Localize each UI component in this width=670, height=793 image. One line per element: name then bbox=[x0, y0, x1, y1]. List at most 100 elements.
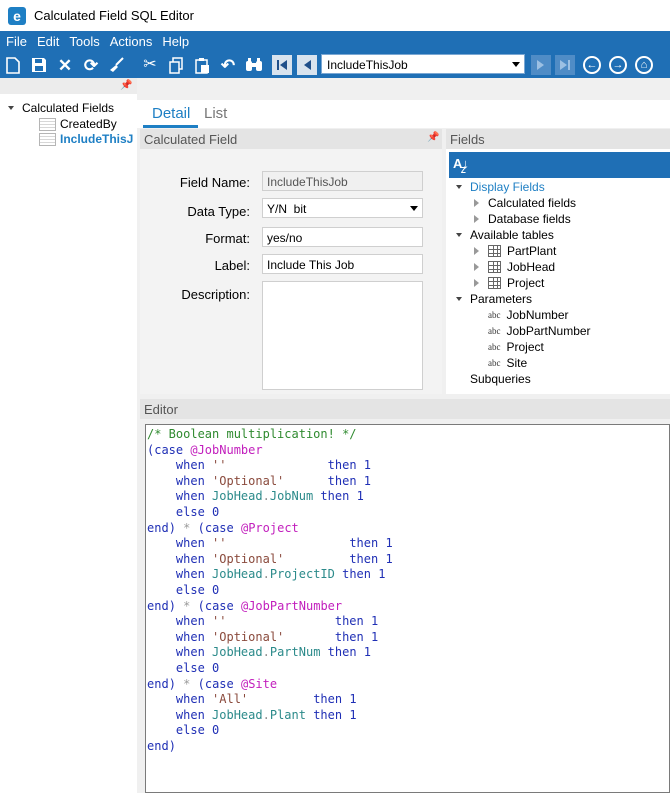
field-name-input[interactable]: IncludeThisJob bbox=[262, 171, 423, 191]
fields-database-fields[interactable]: Database fields bbox=[474, 212, 571, 226]
field-name-label: Field Name: bbox=[179, 175, 250, 190]
sql-code[interactable]: /* Boolean multiplication! */(case @JobN… bbox=[146, 425, 669, 754]
tree-item-includethisjob[interactable]: IncludeThisJ bbox=[39, 132, 133, 146]
code-line: when '' then 1 bbox=[175, 614, 379, 629]
table-icon bbox=[488, 261, 501, 273]
tree-root-label: Calculated Fields bbox=[22, 101, 115, 115]
code-line: when JobHead.ProjectID then 1 bbox=[175, 567, 386, 582]
data-type-select[interactable]: Y/N bit bbox=[262, 198, 423, 218]
code-line: else 0 bbox=[175, 660, 220, 675]
table-icon bbox=[488, 277, 501, 289]
param-item-site[interactable]: abc Site bbox=[488, 356, 527, 370]
active-tab-indicator bbox=[143, 125, 198, 128]
label-input[interactable]: Include This Job bbox=[262, 254, 423, 274]
chevron-down-icon[interactable] bbox=[410, 206, 418, 211]
code-line: when '' then 1 bbox=[175, 458, 371, 473]
fields-available-tables[interactable]: Available tables bbox=[456, 228, 554, 242]
tab-list[interactable]: List bbox=[204, 105, 227, 122]
collapse-icon[interactable] bbox=[474, 247, 479, 255]
undo-icon[interactable]: ↶ bbox=[218, 55, 238, 75]
copy-icon[interactable] bbox=[166, 55, 186, 75]
database-fields-label: Database fields bbox=[488, 212, 571, 226]
sql-editor[interactable]: /* Boolean multiplication! */(case @JobN… bbox=[145, 424, 670, 793]
format-label: Format: bbox=[205, 231, 250, 246]
code-line: when '' then 1 bbox=[175, 536, 393, 551]
description-textarea[interactable] bbox=[262, 281, 423, 390]
param-item-jobnumber[interactable]: abc JobNumber bbox=[488, 308, 569, 322]
calculated-field-title: Calculated Field bbox=[144, 132, 238, 147]
home-icon[interactable]: ⌂ bbox=[635, 56, 653, 74]
available-tables-label: Available tables bbox=[470, 228, 554, 242]
new-icon[interactable] bbox=[3, 55, 23, 75]
code-line: end) * (case @Project bbox=[147, 520, 299, 535]
fields-sort-bar: A↓Z bbox=[449, 152, 670, 178]
tree-panel-header: 📌 bbox=[0, 78, 137, 94]
sort-az-icon[interactable]: A↓Z bbox=[453, 156, 474, 175]
subqueries-label: Subqueries bbox=[470, 372, 531, 386]
refresh-icon[interactable]: ⟳ bbox=[81, 55, 101, 75]
chevron-down-icon[interactable] bbox=[512, 62, 520, 67]
code-line: when 'Optional' then 1 bbox=[175, 551, 393, 566]
menu-file[interactable]: File bbox=[0, 31, 32, 52]
param-name: JobPartNumber bbox=[506, 324, 591, 338]
fields-display-fields[interactable]: Display Fields bbox=[456, 180, 545, 194]
record-navigator-value: IncludeThisJob bbox=[327, 58, 408, 72]
tab-detail[interactable]: Detail bbox=[152, 105, 190, 122]
description-label: Description: bbox=[181, 287, 250, 302]
menu-edit[interactable]: Edit bbox=[32, 31, 64, 52]
previous-record-icon[interactable] bbox=[297, 55, 317, 75]
save-icon[interactable] bbox=[29, 55, 49, 75]
expand-icon[interactable] bbox=[456, 185, 462, 189]
fields-parameters[interactable]: Parameters bbox=[456, 292, 532, 306]
tree-item-createdby[interactable]: CreatedBy bbox=[39, 117, 117, 131]
fields-subqueries[interactable]: Subqueries bbox=[470, 372, 531, 386]
pin-icon[interactable]: 📌 bbox=[427, 132, 439, 143]
cut-icon[interactable]: ✂ bbox=[140, 55, 160, 75]
expand-icon[interactable] bbox=[456, 297, 462, 301]
expand-icon[interactable] bbox=[8, 106, 14, 110]
record-navigator-combo[interactable]: IncludeThisJob bbox=[321, 54, 525, 74]
fields-calculated-fields[interactable]: Calculated fields bbox=[474, 196, 576, 210]
collapse-icon[interactable] bbox=[474, 215, 479, 223]
expand-icon[interactable] bbox=[456, 233, 462, 237]
code-line: when 'All' then 1 bbox=[175, 692, 357, 707]
code-line: when 'Optional' then 1 bbox=[175, 629, 379, 644]
pin-icon[interactable]: 📌 bbox=[120, 80, 132, 91]
text-type-icon: abc bbox=[488, 358, 501, 368]
delete-icon[interactable]: ✕ bbox=[55, 55, 75, 75]
first-record-icon[interactable] bbox=[272, 55, 292, 75]
collapse-icon[interactable] bbox=[474, 199, 479, 207]
menu-bar: File Edit Tools Actions Help bbox=[0, 31, 670, 52]
param-item-jobpartnumber[interactable]: abc JobPartNumber bbox=[488, 324, 591, 338]
code-line: end) bbox=[147, 738, 176, 753]
display-fields-label: Display Fields bbox=[470, 180, 545, 194]
code-line: when JobHead.JobNum then 1 bbox=[175, 489, 364, 504]
field-icon bbox=[39, 117, 56, 131]
table-name: PartPlant bbox=[507, 244, 557, 258]
table-item-project[interactable]: Project bbox=[474, 276, 544, 290]
find-icon[interactable] bbox=[244, 55, 264, 75]
text-type-icon: abc bbox=[488, 326, 501, 336]
param-name: Project bbox=[506, 340, 544, 354]
format-value: yes/no bbox=[267, 231, 303, 245]
paste-icon[interactable] bbox=[192, 55, 212, 75]
menu-tools[interactable]: Tools bbox=[64, 31, 104, 52]
code-line: when JobHead.Plant then 1 bbox=[175, 707, 357, 722]
table-item-jobhead[interactable]: JobHead bbox=[474, 260, 555, 274]
menu-help[interactable]: Help bbox=[157, 31, 194, 52]
table-name: Project bbox=[507, 276, 545, 290]
back-icon[interactable]: ← bbox=[583, 56, 601, 74]
collapse-icon[interactable] bbox=[474, 263, 479, 271]
editor-title: Editor bbox=[144, 402, 178, 417]
next-record-icon[interactable] bbox=[531, 55, 551, 75]
clear-icon[interactable] bbox=[107, 55, 127, 75]
format-input[interactable]: yes/no bbox=[262, 227, 423, 247]
last-record-icon[interactable] bbox=[555, 55, 575, 75]
param-item-project[interactable]: abc Project bbox=[488, 340, 544, 354]
menu-actions[interactable]: Actions bbox=[105, 31, 158, 52]
param-name: Site bbox=[506, 356, 528, 370]
forward-icon[interactable]: → bbox=[609, 56, 627, 74]
table-item-partplant[interactable]: PartPlant bbox=[474, 244, 556, 258]
tree-root[interactable]: Calculated Fields bbox=[8, 101, 114, 115]
collapse-icon[interactable] bbox=[474, 279, 479, 287]
